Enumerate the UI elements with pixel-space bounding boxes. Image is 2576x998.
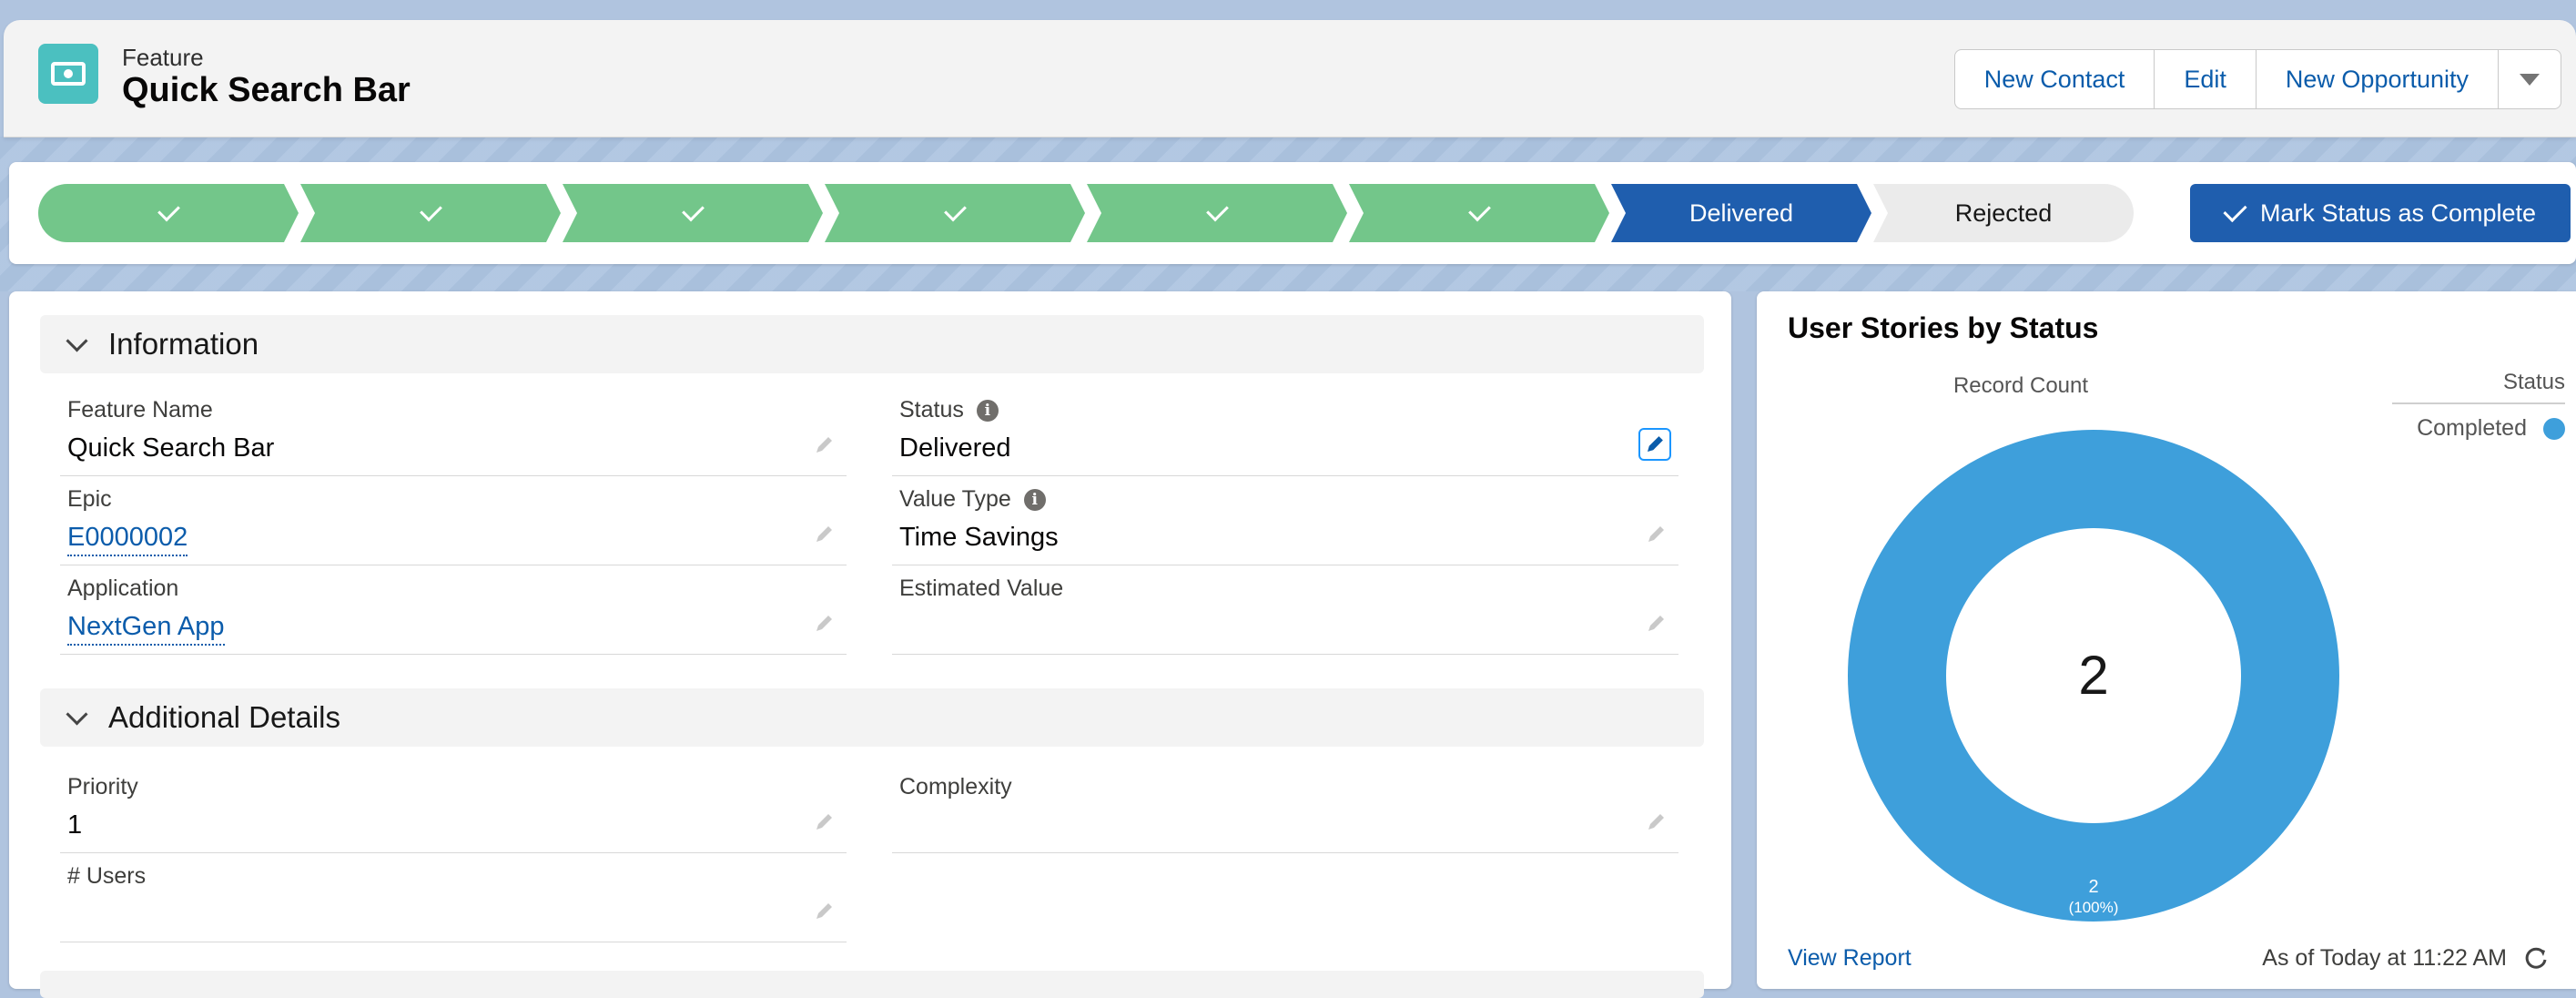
path-step-completed[interactable] bbox=[38, 184, 299, 242]
slice-percent-label: (100%) bbox=[2069, 899, 2119, 916]
legend-label: Completed bbox=[2417, 415, 2527, 441]
check-icon bbox=[157, 199, 180, 222]
field-complexity: Complexity bbox=[892, 765, 1678, 853]
check-icon bbox=[682, 199, 705, 222]
pencil-icon[interactable] bbox=[812, 810, 836, 834]
mark-status-complete-button[interactable]: Mark Status as Complete bbox=[2190, 184, 2571, 242]
field-label-text: Value Type bbox=[899, 486, 1011, 512]
field-estimated-value: Estimated Value bbox=[892, 566, 1678, 655]
legend-item[interactable]: Completed bbox=[2417, 415, 2565, 442]
field-value: Time Savings bbox=[899, 523, 1059, 552]
view-report-link[interactable]: View Report bbox=[1788, 945, 1912, 972]
section-title: Information bbox=[108, 327, 259, 361]
path-step-completed[interactable] bbox=[825, 184, 1085, 242]
path-step-completed[interactable] bbox=[1349, 184, 1609, 242]
field-label: Application bbox=[67, 575, 179, 601]
field-label-text: Status bbox=[899, 397, 964, 423]
field-epic: Epic E0000002 bbox=[60, 477, 847, 565]
section-information[interactable]: Information bbox=[40, 315, 1704, 373]
field-label: Value Type i bbox=[899, 486, 1046, 513]
chevron-down-icon bbox=[66, 702, 88, 726]
pencil-icon[interactable] bbox=[1644, 523, 1668, 546]
field-feature-name: Feature Name Quick Search Bar bbox=[60, 388, 847, 476]
field-label: # Users bbox=[67, 863, 147, 889]
field-application: Application NextGen App bbox=[60, 566, 847, 655]
donut-chart: 2 2 (100%) bbox=[1847, 430, 2339, 922]
application-link[interactable]: NextGen App bbox=[67, 612, 225, 646]
section-next[interactable] bbox=[40, 971, 1704, 998]
chart-title: User Stories by Status bbox=[1788, 311, 2099, 344]
field-value-type: Value Type i Time Savings bbox=[892, 477, 1678, 565]
check-icon bbox=[1206, 199, 1229, 222]
pencil-icon[interactable] bbox=[812, 433, 836, 457]
as-of-timestamp: As of Today at 11:22 AM bbox=[2262, 945, 2507, 971]
info-icon[interactable]: i bbox=[976, 399, 999, 422]
field-label: Estimated Value bbox=[899, 575, 1064, 601]
object-type: Feature bbox=[122, 44, 204, 71]
slice-value-label: 2 bbox=[2088, 877, 2098, 897]
path-step-completed[interactable] bbox=[1087, 184, 1347, 242]
check-icon bbox=[1468, 199, 1491, 222]
new-contact-button[interactable]: New Contact bbox=[1955, 50, 2155, 108]
field-label: Complexity bbox=[899, 774, 1012, 799]
section-additional-details[interactable]: Additional Details bbox=[40, 688, 1704, 747]
check-icon bbox=[944, 199, 967, 222]
status-path: Delivered Rejected Mark Status as Comple… bbox=[9, 162, 2576, 264]
path-step-completed[interactable] bbox=[300, 184, 561, 242]
check-icon bbox=[420, 199, 442, 222]
field-label: Priority bbox=[67, 774, 138, 799]
field-label: Status i bbox=[899, 397, 999, 423]
field-value: Quick Search Bar bbox=[67, 433, 275, 463]
legend-title: Status bbox=[2502, 370, 2565, 394]
pencil-icon[interactable] bbox=[812, 612, 836, 636]
field-value: 1 bbox=[67, 810, 83, 840]
legend-swatch bbox=[2543, 417, 2565, 440]
check-icon bbox=[2223, 198, 2247, 223]
pencil-icon[interactable] bbox=[1644, 612, 1668, 636]
epic-link[interactable]: E0000002 bbox=[67, 523, 188, 556]
field-label: Epic bbox=[67, 486, 112, 512]
field-status: Status i Delivered bbox=[892, 388, 1678, 476]
pencil-icon[interactable] bbox=[1644, 810, 1668, 834]
pencil-icon[interactable] bbox=[1638, 428, 1671, 461]
details-card: Information Feature Name Quick Search Ba… bbox=[9, 291, 1731, 998]
edit-button[interactable]: Edit bbox=[2155, 50, 2257, 108]
info-icon[interactable]: i bbox=[1023, 488, 1046, 511]
section-title: Additional Details bbox=[108, 700, 340, 734]
refresh-icon[interactable] bbox=[2521, 943, 2551, 973]
chevron-down-icon bbox=[66, 329, 88, 352]
field-users: # Users bbox=[60, 854, 847, 942]
record-header: Feature Quick Search Bar New Contact Edi… bbox=[4, 20, 2576, 137]
pencil-icon[interactable] bbox=[812, 900, 836, 923]
pencil-icon[interactable] bbox=[812, 523, 836, 546]
action-buttons: New Contact Edit New Opportunity bbox=[1953, 49, 2561, 109]
field-priority: Priority 1 bbox=[60, 765, 847, 853]
page-title: Quick Search Bar bbox=[122, 71, 411, 109]
path-step-completed[interactable] bbox=[563, 184, 823, 242]
feature-icon bbox=[38, 44, 98, 104]
path-step-rejected[interactable]: Rejected bbox=[1873, 184, 2134, 242]
chart-subtitle: Record Count bbox=[1952, 373, 2089, 398]
more-actions-button[interactable] bbox=[2499, 50, 2561, 108]
path-steps: Delivered Rejected bbox=[38, 184, 2135, 242]
new-opportunity-button[interactable]: New Opportunity bbox=[2257, 50, 2499, 108]
path-step-delivered[interactable]: Delivered bbox=[1611, 184, 1871, 242]
chart-card: User Stories by Status Record Count Stat… bbox=[1757, 291, 2576, 989]
field-label: Feature Name bbox=[67, 397, 213, 423]
field-value: Delivered bbox=[899, 433, 1011, 463]
chevron-down-icon bbox=[2520, 73, 2540, 86]
donut-center-total: 2 bbox=[2078, 645, 2108, 706]
legend-divider bbox=[2392, 402, 2565, 404]
mark-status-label: Mark Status as Complete bbox=[2259, 199, 2537, 227]
